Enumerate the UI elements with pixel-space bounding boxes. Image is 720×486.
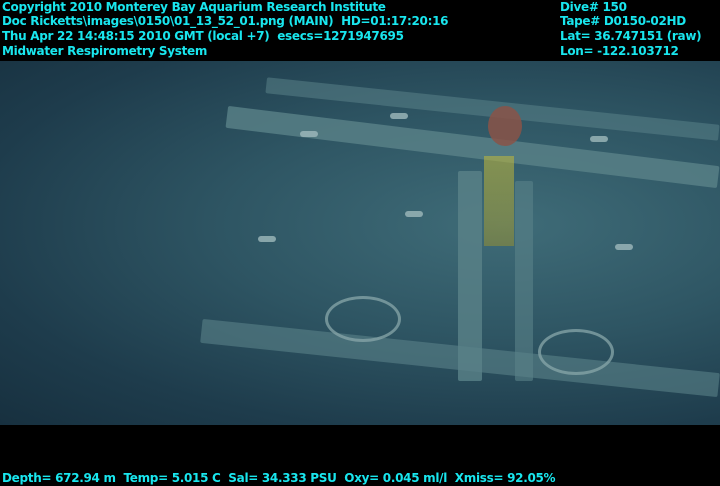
tag [615,244,633,250]
tag [300,131,318,137]
system-name-line: Midwater Respirometry System [2,44,208,58]
datetime-line: Thu Apr 22 14:48:15 2010 GMT (local +7) … [2,29,404,43]
image-path-line: Doc Ricketts\images\0150\01_13_52_01.png… [2,14,449,28]
tag [405,211,423,217]
latitude: Lat= 36.747151 (raw) [560,29,702,43]
underwater-scene [0,61,720,425]
chamber-left [325,296,401,342]
chamber-right [538,329,614,375]
longitude: Lon= -122.103712 [560,44,679,58]
tag [390,113,408,119]
yellow-cables [484,156,514,246]
sensor-readout: Depth= 672.94 m Temp= 5.015 C Sal= 34.33… [2,471,556,485]
orange-float [488,106,522,146]
dive-number: Dive# 150 [560,0,627,14]
tag [258,236,276,242]
tag [590,136,608,142]
tape-number: Tape# D0150-02HD [560,14,686,28]
copyright-line: Copyright 2010 Monterey Bay Aquarium Res… [2,0,386,14]
